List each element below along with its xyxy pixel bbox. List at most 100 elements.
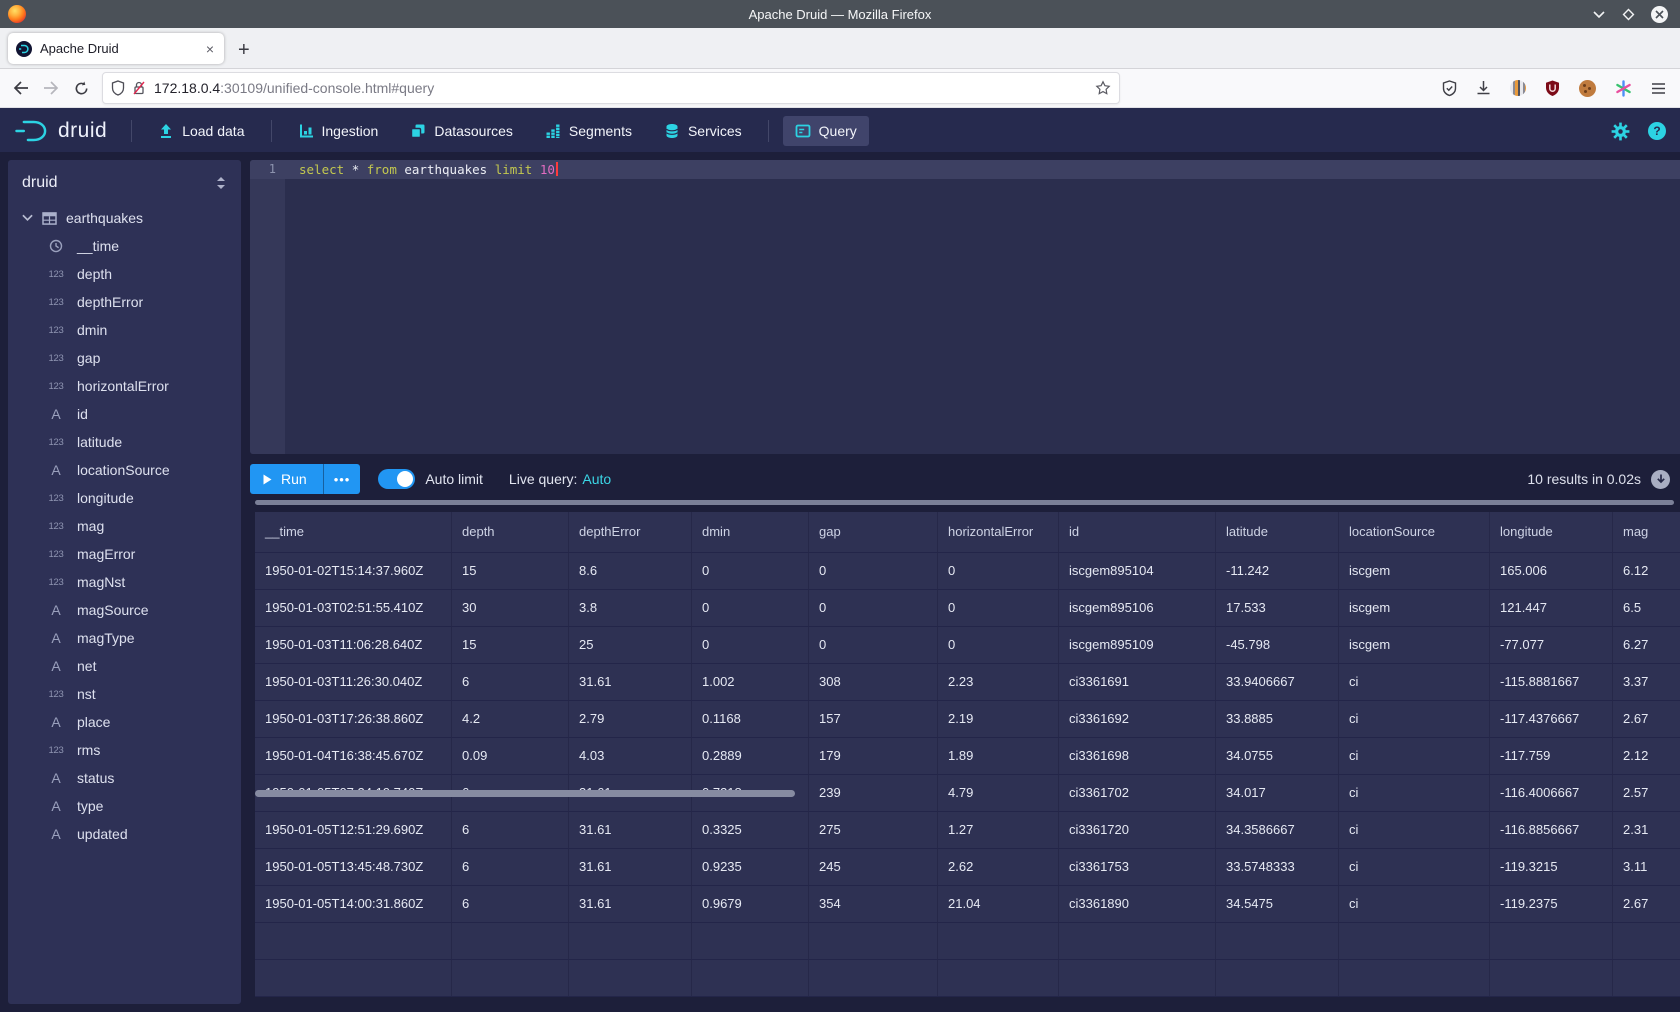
cell[interactable]: 245	[809, 849, 938, 886]
cell[interactable]: 157	[809, 701, 938, 738]
cell[interactable]: 0	[692, 590, 809, 627]
cell[interactable]	[1490, 923, 1613, 960]
cell[interactable]: 21.04	[938, 886, 1059, 923]
cell[interactable]	[1613, 960, 1680, 997]
cell[interactable]: 0.9235	[692, 849, 809, 886]
cell[interactable]: 1.27	[938, 812, 1059, 849]
cell[interactable]: 34.0755	[1216, 738, 1339, 775]
cell[interactable]	[569, 960, 692, 997]
cell[interactable]: 6.5	[1613, 590, 1680, 627]
cell[interactable]: 1950-01-02T15:14:37.960Z	[255, 553, 452, 590]
cell[interactable]: 1950-01-05T14:00:31.860Z	[255, 886, 452, 923]
cell[interactable]: iscgem895109	[1059, 627, 1216, 664]
back-button[interactable]	[6, 74, 36, 102]
cell[interactable]: 15	[452, 627, 569, 664]
nav-services[interactable]: Services	[652, 116, 754, 146]
cell[interactable]: 2.31	[1613, 812, 1680, 849]
cell[interactable]	[569, 923, 692, 960]
cell[interactable]: 0	[809, 553, 938, 590]
cell[interactable]: 2.62	[938, 849, 1059, 886]
cell[interactable]	[1216, 960, 1339, 997]
cell[interactable]: 6	[452, 812, 569, 849]
cell[interactable]: 0.9679	[692, 886, 809, 923]
cell[interactable]: -117.4376667	[1490, 701, 1613, 738]
cell[interactable]: 34.5475	[1216, 886, 1339, 923]
cell[interactable]: 2.23	[938, 664, 1059, 701]
editor-results-splitter[interactable]	[255, 500, 1674, 505]
sidebar-column-magType[interactable]: AmagType	[8, 624, 241, 652]
run-more-button[interactable]: •••	[323, 464, 361, 494]
url-bar[interactable]: 172.18.0.4:30109/unified-console.html#qu…	[102, 72, 1120, 104]
cell[interactable]: 3.8	[569, 590, 692, 627]
column-header[interactable]: mag	[1613, 512, 1680, 553]
sidebar-column-depthError[interactable]: 123depthError	[8, 288, 241, 316]
cell[interactable]: 31.61	[569, 849, 692, 886]
column-header[interactable]: locationSource	[1339, 512, 1490, 553]
cookie-extension-icon[interactable]	[1579, 80, 1596, 97]
cell[interactable]: 15	[452, 553, 569, 590]
cell[interactable]: ci	[1339, 738, 1490, 775]
help-icon[interactable]: ?	[1648, 122, 1666, 140]
tracking-protection-shield-icon[interactable]	[111, 80, 125, 96]
sql-editor[interactable]: 1 select * from earthquakes limit 10	[250, 160, 1680, 454]
cell[interactable]: 6	[452, 664, 569, 701]
cell[interactable]: 179	[809, 738, 938, 775]
cell[interactable]: 239	[809, 775, 938, 812]
window-close-icon[interactable]	[1651, 6, 1668, 23]
cell[interactable]: 1950-01-05T13:45:48.730Z	[255, 849, 452, 886]
settings-gear-icon[interactable]	[1611, 122, 1630, 141]
cell[interactable]: -116.4006667	[1490, 775, 1613, 812]
cell[interactable]: ci	[1339, 664, 1490, 701]
new-tab-button[interactable]: +	[238, 40, 250, 60]
cell[interactable]: -45.798	[1216, 627, 1339, 664]
cell[interactable]: ci3361890	[1059, 886, 1216, 923]
nav-datasources[interactable]: Datasources	[398, 116, 525, 146]
cell[interactable]: 0	[809, 590, 938, 627]
cell[interactable]: ci3361691	[1059, 664, 1216, 701]
sidebar-column-net[interactable]: Anet	[8, 652, 241, 680]
sidebar-column-magError[interactable]: 123magError	[8, 540, 241, 568]
sidebar-column-locationSource[interactable]: AlocationSource	[8, 456, 241, 484]
ublock-origin-icon[interactable]	[1545, 80, 1560, 97]
cell[interactable]: 121.447	[1490, 590, 1613, 627]
cell[interactable]: 31.61	[569, 886, 692, 923]
column-header[interactable]: dmin	[692, 512, 809, 553]
cell[interactable]: 0.2889	[692, 738, 809, 775]
cell[interactable]: -119.2375	[1490, 886, 1613, 923]
sidebar-column-gap[interactable]: 123gap	[8, 344, 241, 372]
cell[interactable]: 6	[452, 886, 569, 923]
cell[interactable]: 4.03	[569, 738, 692, 775]
column-header[interactable]: gap	[809, 512, 938, 553]
sidebar-column-updated[interactable]: Aupdated	[8, 820, 241, 848]
cell[interactable]	[255, 960, 452, 997]
cell[interactable]: 0	[692, 553, 809, 590]
cell[interactable]	[809, 960, 938, 997]
column-header[interactable]: __time	[255, 512, 452, 553]
cell[interactable]: 2.19	[938, 701, 1059, 738]
cell[interactable]: 6	[452, 849, 569, 886]
cell[interactable]: 17.533	[1216, 590, 1339, 627]
cell[interactable]: 3.37	[1613, 664, 1680, 701]
cell[interactable]: -115.8881667	[1490, 664, 1613, 701]
cell[interactable]: 1950-01-03T02:51:55.410Z	[255, 590, 452, 627]
cell[interactable]: 4.2	[452, 701, 569, 738]
cell[interactable]: ci	[1339, 812, 1490, 849]
cell[interactable]: 0	[938, 627, 1059, 664]
cell[interactable]: 1.89	[938, 738, 1059, 775]
cell[interactable]: 1950-01-03T11:26:30.040Z	[255, 664, 452, 701]
cell[interactable]: 34.017	[1216, 775, 1339, 812]
cell[interactable]: 0.09	[452, 738, 569, 775]
cell[interactable]: 3.11	[1613, 849, 1680, 886]
cell[interactable]: 1.002	[692, 664, 809, 701]
sidebar-column-latitude[interactable]: 123latitude	[8, 428, 241, 456]
cell[interactable]: 2.67	[1613, 701, 1680, 738]
sidebar-column-place[interactable]: Aplace	[8, 708, 241, 736]
sort-icon[interactable]	[215, 176, 227, 190]
shield-check-icon[interactable]	[1442, 80, 1457, 97]
column-header[interactable]: depth	[452, 512, 569, 553]
cell[interactable]: 0.3325	[692, 812, 809, 849]
download-icon[interactable]	[1476, 80, 1491, 96]
live-query-value[interactable]: Auto	[582, 471, 611, 487]
cell[interactable]: ci	[1339, 849, 1490, 886]
cell[interactable]: ci3361702	[1059, 775, 1216, 812]
